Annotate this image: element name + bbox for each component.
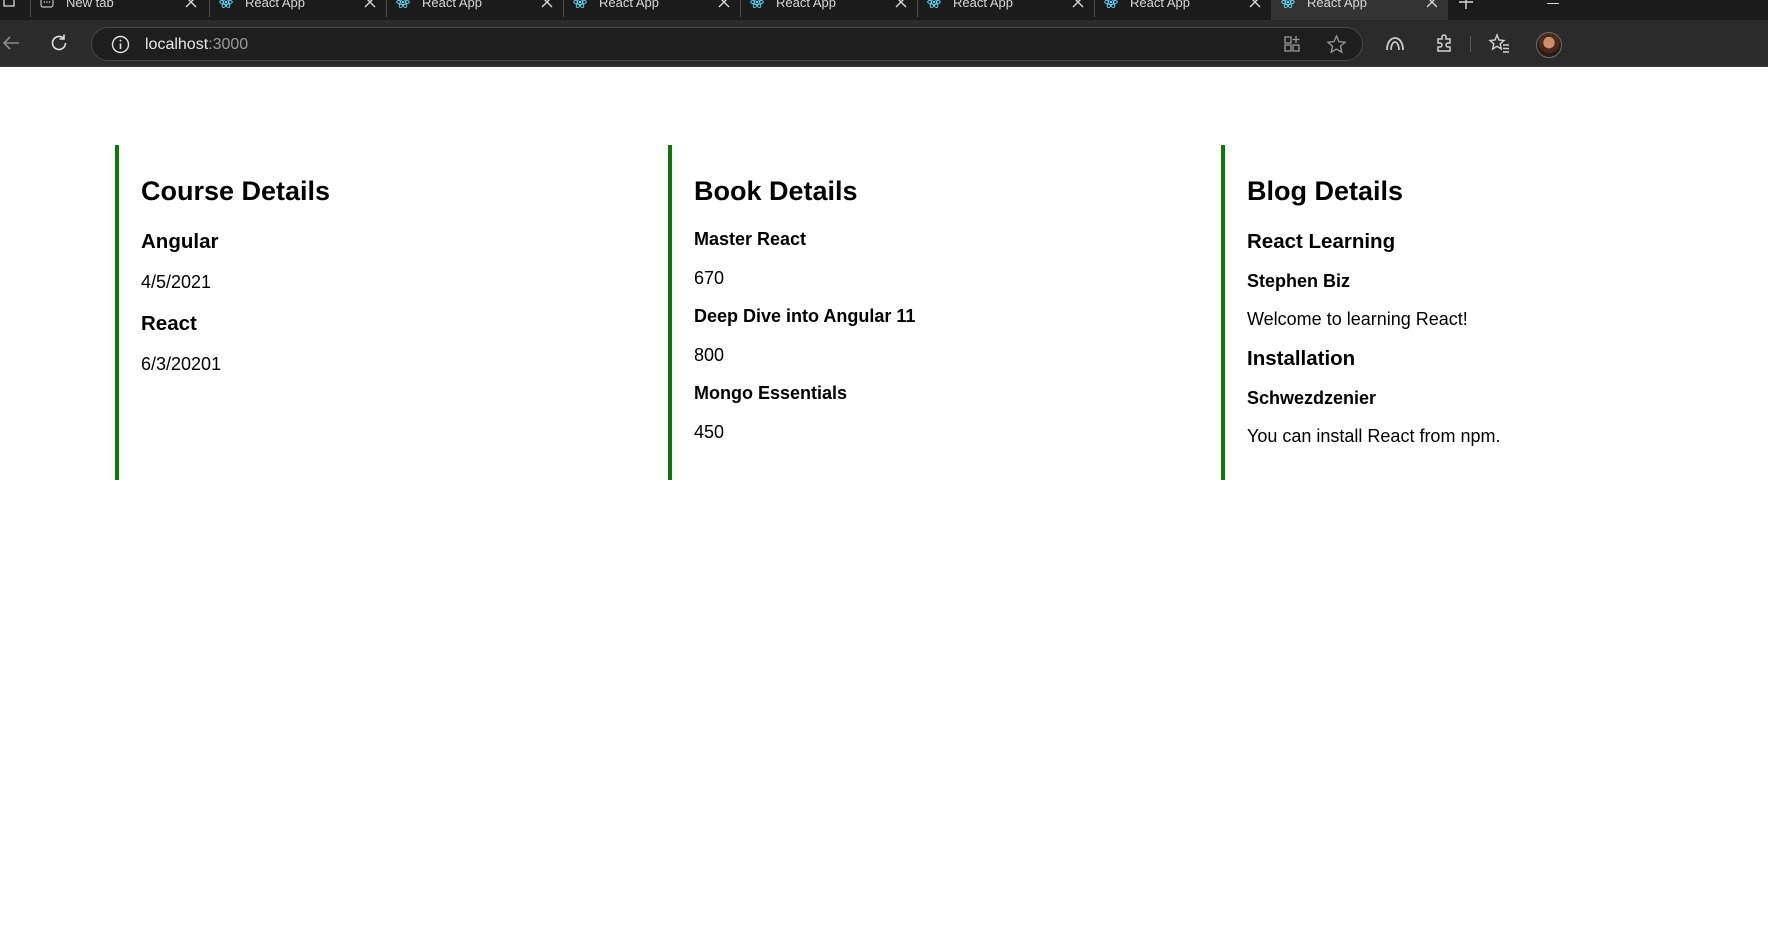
- blog-details-panel: Blog Details React Learning Stephen Biz …: [1221, 145, 1761, 480]
- page-content: Course Details Angular 4/5/2021 React 6/…: [0, 68, 1768, 951]
- close-icon[interactable]: [1426, 0, 1438, 8]
- tab-react-app[interactable]: React App: [209, 0, 386, 20]
- book-item: Mongo Essentials 450: [694, 383, 1208, 443]
- course-date: 4/5/2021: [141, 272, 212, 292]
- react-icon: [750, 0, 764, 9]
- react-icon: [396, 0, 410, 9]
- course-name: Angular: [141, 230, 219, 253]
- book-price: 670: [694, 268, 725, 288]
- minimize-icon[interactable]: [1547, 3, 1559, 4]
- react-icon: [573, 0, 587, 9]
- tab-divider: [209, 0, 210, 17]
- book-name: Mongo Essentials: [694, 383, 848, 403]
- book-name: Master React: [694, 229, 807, 249]
- tab-sidebar-icon: [3, 0, 15, 7]
- tab-divider: [563, 0, 564, 17]
- url-text[interactable]: localhost:3000: [145, 36, 248, 54]
- tab-title: React App: [776, 0, 836, 10]
- star-icon[interactable]: [1326, 34, 1347, 55]
- profile-avatar[interactable]: [1536, 32, 1562, 58]
- blog-item: Installation Schwezdzenier You can insta…: [1247, 347, 1761, 447]
- course-name: React: [141, 312, 197, 335]
- close-icon[interactable]: [541, 0, 553, 8]
- close-icon[interactable]: [1249, 0, 1261, 8]
- course-item: Angular 4/5/2021: [141, 230, 655, 293]
- book-price: 800: [694, 345, 725, 365]
- course-details-heading: Course Details: [141, 176, 331, 206]
- browser-essentials-icon[interactable]: [1384, 33, 1406, 55]
- tab-new-tab[interactable]: New tab: [30, 0, 207, 20]
- course-item: React 6/3/20201: [141, 312, 655, 375]
- book-details-panel: Book Details Master React 670 Deep Dive …: [668, 145, 1208, 480]
- book-price: 450: [694, 422, 725, 442]
- blog-title: React Learning: [1247, 230, 1396, 253]
- browser-toolbar: localhost:3000: [0, 20, 1768, 67]
- tab-divider: [917, 0, 918, 17]
- refresh-icon[interactable]: [48, 32, 70, 54]
- tab-title: React App: [953, 0, 1013, 10]
- tab-react-app[interactable]: React App: [563, 0, 740, 20]
- tab-title: React App: [422, 0, 482, 10]
- tab-react-app-active[interactable]: React App: [1271, 0, 1448, 20]
- book-details-heading: Book Details: [694, 176, 858, 206]
- book-item: Deep Dive into Angular 11 800: [694, 306, 1208, 366]
- toolbar-divider: [1470, 36, 1471, 52]
- tab-partial[interactable]: [0, 0, 30, 20]
- address-bar[interactable]: localhost:3000: [91, 27, 1363, 61]
- tab-title: React App: [1307, 0, 1367, 10]
- book-item: Master React 670: [694, 229, 1208, 289]
- app-available-icon[interactable]: [1282, 34, 1303, 55]
- back-arrow-icon[interactable]: [0, 32, 22, 54]
- tab-react-app[interactable]: React App: [386, 0, 563, 20]
- close-icon[interactable]: [185, 0, 197, 8]
- close-icon[interactable]: [895, 0, 907, 8]
- course-details-panel: Course Details Angular 4/5/2021 React 6/…: [115, 145, 655, 480]
- tab-title: New tab: [66, 0, 114, 10]
- tab-strip: New tab React App React App React App Re…: [0, 0, 1768, 20]
- close-icon[interactable]: [1072, 0, 1084, 8]
- tab-divider: [1094, 0, 1095, 17]
- info-icon[interactable]: [111, 35, 130, 54]
- blog-content: Welcome to learning React!: [1247, 309, 1468, 329]
- tab-react-app[interactable]: React App: [1094, 0, 1271, 20]
- tab-divider: [386, 0, 387, 17]
- url-host: localhost: [145, 36, 209, 53]
- tab-title: React App: [245, 0, 305, 10]
- url-port: :3000: [208, 36, 249, 53]
- blog-author: Schwezdzenier: [1247, 388, 1377, 408]
- plus-icon[interactable]: [1458, 0, 1474, 10]
- close-icon[interactable]: [364, 0, 376, 8]
- blog-author: Stephen Biz: [1247, 271, 1351, 291]
- tab-divider: [740, 0, 741, 17]
- blog-title: Installation: [1247, 347, 1356, 370]
- tab-title: React App: [599, 0, 659, 10]
- react-icon: [219, 0, 233, 9]
- course-date: 6/3/20201: [141, 354, 222, 374]
- blog-details-heading: Blog Details: [1247, 176, 1404, 206]
- blog-content: You can install React from npm.: [1247, 426, 1501, 446]
- react-icon: [1281, 0, 1295, 9]
- favorites-icon[interactable]: [1488, 32, 1510, 54]
- new-tab-icon: [40, 0, 54, 8]
- book-name: Deep Dive into Angular 11: [694, 306, 916, 326]
- blog-item: React Learning Stephen Biz Welcome to le…: [1247, 230, 1761, 330]
- react-icon: [927, 0, 941, 9]
- close-icon[interactable]: [718, 0, 730, 8]
- tab-title: React App: [1130, 0, 1190, 10]
- extensions-icon[interactable]: [1433, 32, 1455, 54]
- tab-react-app[interactable]: React App: [917, 0, 1094, 20]
- tab-react-app[interactable]: React App: [740, 0, 917, 20]
- react-icon: [1104, 0, 1118, 9]
- tab-divider: [30, 0, 31, 17]
